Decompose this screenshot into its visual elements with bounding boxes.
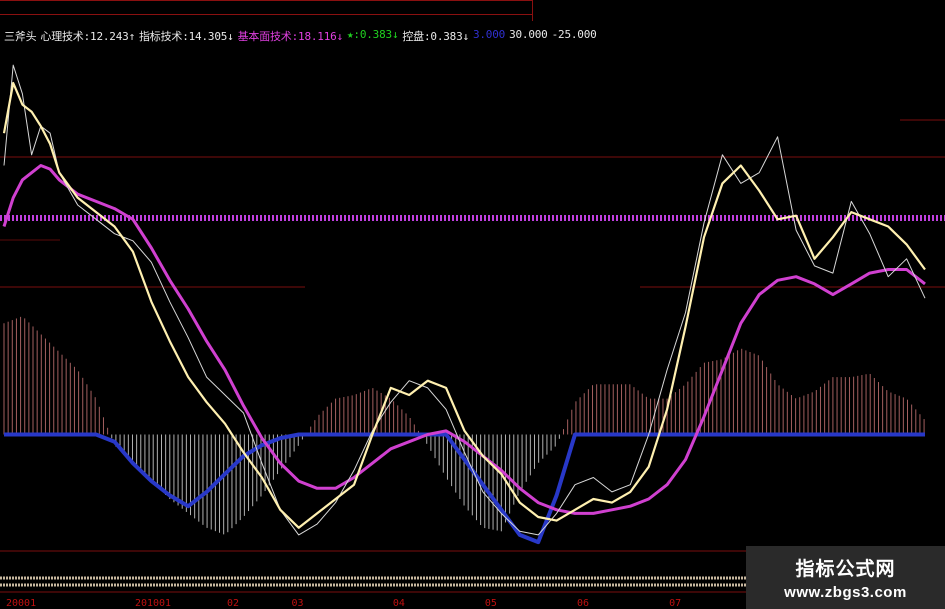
legend-item: 基本面技术:18.116↓ — [237, 30, 344, 43]
static-reference-lines — [0, 119, 945, 593]
legend-name: 三斧头 — [4, 30, 37, 43]
legend-item: 心理技术:12.243↑ — [40, 30, 135, 43]
legend-item: 3.000 — [472, 28, 506, 41]
x-tick-label: 06 — [577, 598, 589, 609]
watermark-title: 指标公式网 — [795, 559, 896, 580]
legend-item: ★:0.383↓ — [346, 28, 399, 41]
top-frame — [0, 0, 533, 21]
chart-canvas: 20001 201001 02 03 04 05 06 07 — [0, 64, 945, 609]
watermark: 指标公式网 www.zbgs3.com — [746, 546, 945, 609]
x-tick-label: 02 — [227, 598, 239, 609]
x-tick-label: 201001 — [135, 598, 171, 609]
histogram-bars — [3, 316, 925, 535]
top-frame-line — [0, 14, 532, 15]
x-tick-labels: 20001 201001 02 03 04 05 06 07 — [6, 598, 681, 609]
x-tick-label: 07 — [669, 598, 681, 609]
indicator-legend: 三斧头 心理技术:12.243↑ 指标技术:14.305↓ 基本面技术:18.116… — [4, 28, 601, 46]
legend-item: 控盘:0.383↓ — [402, 30, 469, 43]
watermark-url: www.zbgs3.com — [784, 584, 907, 601]
legend-item: 30.000 — [509, 28, 548, 41]
x-tick-label: 05 — [485, 598, 497, 609]
legend-item: 指标技术:14.305↓ — [139, 30, 234, 43]
x-tick-label: 03 — [292, 598, 304, 609]
x-tick-label: 20001 — [6, 598, 36, 609]
x-tick-label: 04 — [393, 598, 405, 609]
legend-item: -25.000 — [551, 28, 597, 41]
